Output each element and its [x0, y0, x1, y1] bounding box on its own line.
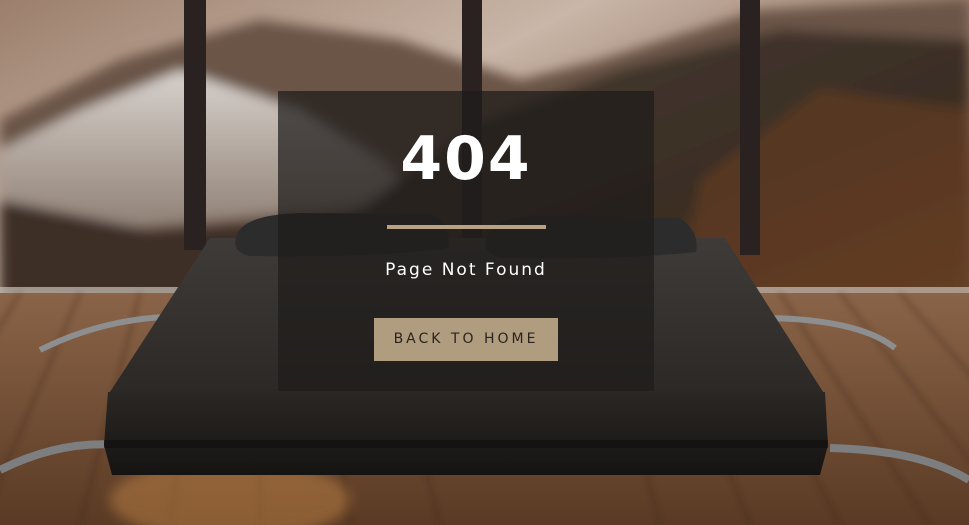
error-message: Page Not Found — [385, 260, 547, 280]
error-code: 404 — [400, 124, 532, 194]
error-panel: 404 Page Not Found BACK TO HOME — [278, 91, 654, 391]
accent-divider — [387, 225, 546, 229]
back-to-home-button[interactable]: BACK TO HOME — [374, 318, 558, 361]
